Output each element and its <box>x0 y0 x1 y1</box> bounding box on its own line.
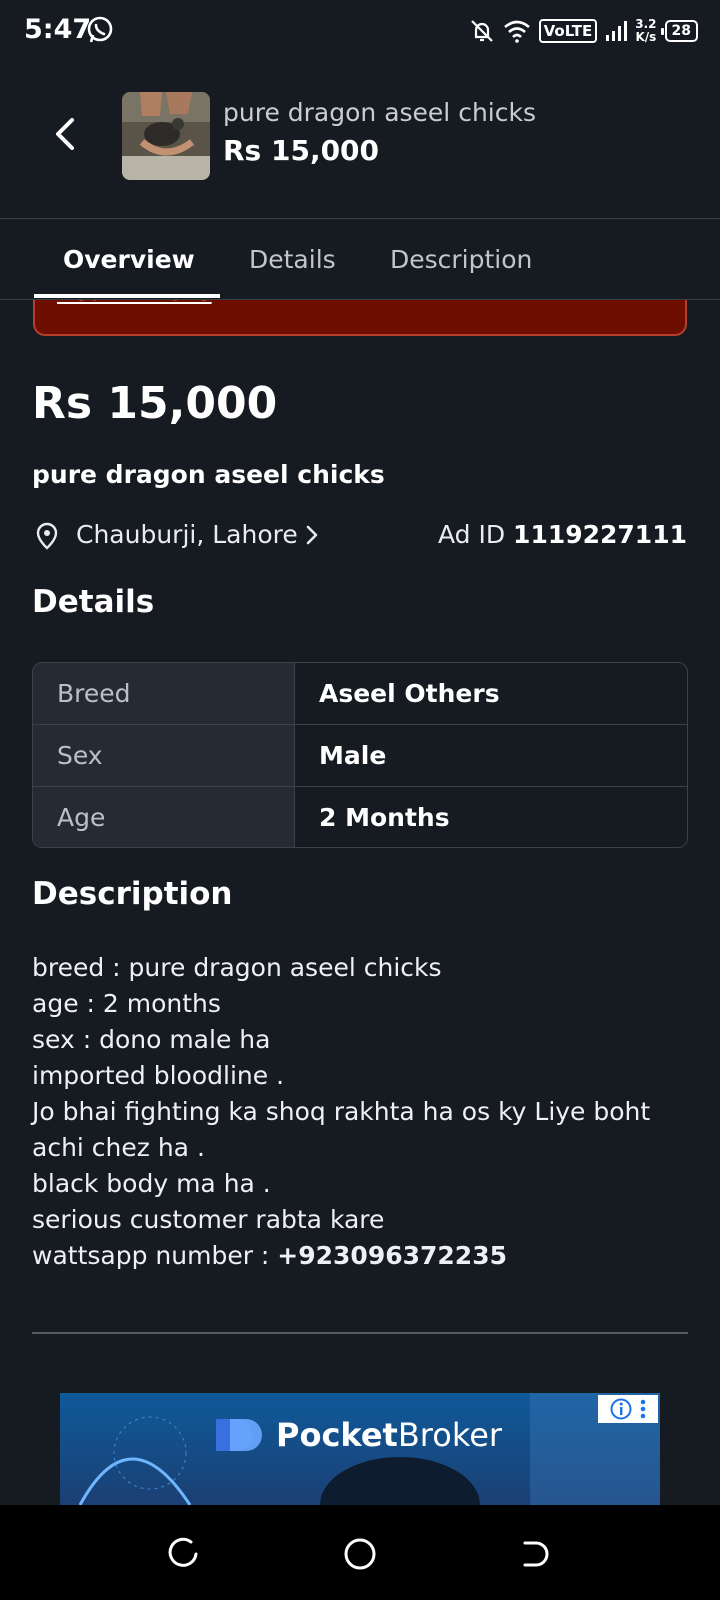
details-table: Breed Aseel Others Sex Male Age 2 Months <box>32 662 688 848</box>
advertisement-banner[interactable]: PocketBroker <box>60 1393 660 1505</box>
details-heading: Details <box>32 584 155 620</box>
volte-indicator: VoLTE <box>538 19 598 43</box>
description-line: serious customer rabta kare <box>32 1205 385 1234</box>
description-line: imported bloodline . <box>32 1061 285 1090</box>
details-key: Breed <box>33 663 295 724</box>
whatsapp-icon <box>87 16 113 43</box>
location-text: Chauburji, Lahore <box>76 520 298 549</box>
location-pin-icon <box>36 522 58 550</box>
tab-overview[interactable]: Overview <box>63 245 195 274</box>
description-body: breed : pure dragon aseel chicks age : 2… <box>32 950 692 1274</box>
header-title: pure dragon aseel chicks <box>223 98 536 127</box>
tab-description[interactable]: Description <box>390 245 532 274</box>
location-link[interactable]: Chauburji, Lahore <box>76 520 320 549</box>
details-key: Age <box>33 787 295 847</box>
status-time: 5:47 <box>24 14 92 45</box>
description-line: age : 2 months <box>32 989 221 1018</box>
ad-id-value: 1119227111 <box>513 520 687 549</box>
details-row-breed: Breed Aseel Others <box>33 663 687 725</box>
ad-brand-rest: Broker <box>397 1416 503 1454</box>
app-bar: pure dragon aseel chicks Rs 15,000 <box>0 66 720 219</box>
details-value: 2 Months <box>319 802 450 832</box>
contact-line: wattsapp number : +923096372235 <box>32 1238 692 1274</box>
ad-choices-badge[interactable] <box>598 1395 658 1423</box>
ad-id: Ad ID 1119227111 <box>438 520 687 549</box>
recent-apps-icon[interactable] <box>167 1537 201 1571</box>
listing-title: pure dragon aseel chicks <box>32 460 385 489</box>
header-price: Rs 15,000 <box>223 134 380 167</box>
speed-unit: K/s <box>635 30 657 44</box>
battery-indicator: 28 <box>660 20 698 42</box>
details-value: Aseel Others <box>319 679 500 708</box>
mute-bell-icon <box>470 20 493 42</box>
chevron-right-icon <box>306 525 318 544</box>
listing-thumbnail[interactable] <box>122 92 210 180</box>
back-icon[interactable] <box>519 1537 553 1571</box>
contact-number[interactable]: +923096372235 <box>277 1241 507 1270</box>
home-icon[interactable] <box>343 1537 377 1571</box>
tab-details[interactable]: Details <box>249 245 336 274</box>
status-bar: 5:47 VoLTE 3.2 K/s 28 <box>0 0 720 66</box>
details-value: Male <box>319 741 387 770</box>
listing-price: Rs 15,000 <box>32 378 278 429</box>
back-arrow-icon[interactable] <box>48 114 84 154</box>
ad-id-label: Ad ID <box>437 520 506 549</box>
system-navigation-bar <box>0 1505 720 1600</box>
ad-logo: PocketBroker <box>212 1415 502 1455</box>
pocket-broker-logo-icon <box>216 1419 262 1451</box>
description-line: black body ma ha . <box>32 1169 271 1198</box>
speed-value: 3.2 <box>635 17 657 31</box>
contact-label: wattsapp number : <box>32 1241 278 1270</box>
network-speed: 3.2 K/s <box>635 18 656 44</box>
details-row-sex: Sex Male <box>33 725 687 787</box>
description-line: breed : pure dragon aseel chicks <box>32 953 442 982</box>
description-line: Jo bhai fighting ka shoq rakhta ha os ky… <box>32 1097 651 1162</box>
signal-icon <box>606 21 628 41</box>
details-row-age: Age 2 Months <box>33 787 687 847</box>
details-key: Sex <box>33 725 295 786</box>
section-divider <box>32 1332 688 1334</box>
info-icon <box>610 1398 632 1420</box>
wifi-icon <box>503 20 530 43</box>
ad-brand-bold: Pocket <box>276 1416 398 1454</box>
description-heading: Description <box>32 876 233 912</box>
tab-bar: Overview Details Description <box>0 219 720 300</box>
more-vertical-icon <box>640 1399 646 1419</box>
active-tab-indicator <box>34 294 220 298</box>
description-line: sex : dono male ha <box>32 1025 271 1054</box>
